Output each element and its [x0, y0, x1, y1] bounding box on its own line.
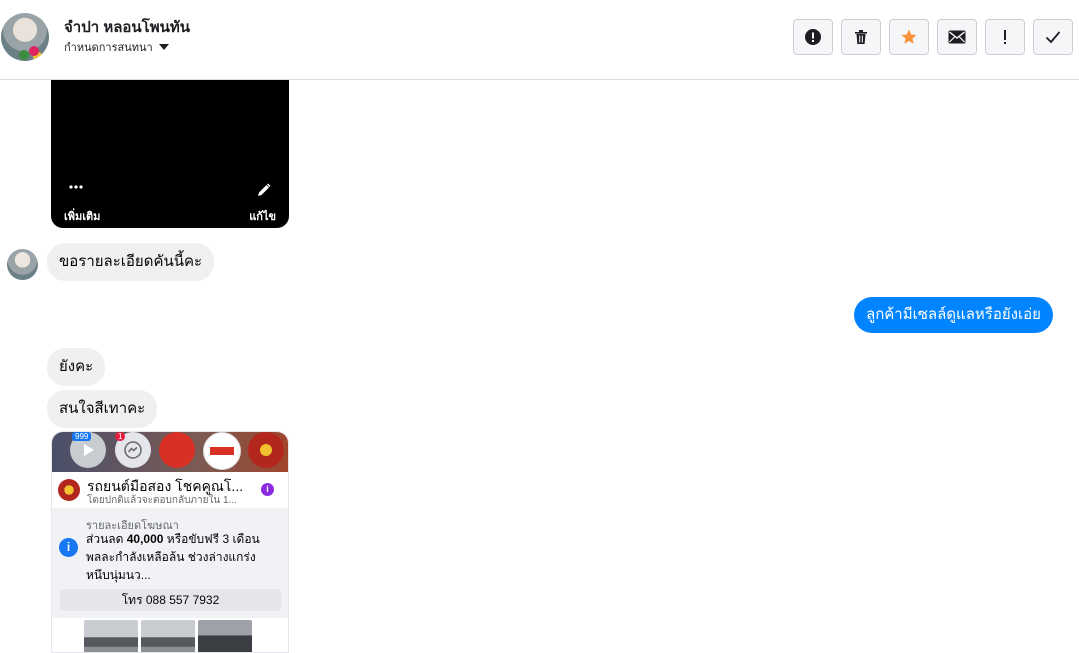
message-outgoing[interactable]: ลูกค้ามีเซลล์ดูแลหรือยังเอ่ย: [854, 297, 1053, 333]
mark-done-button[interactable]: [1033, 19, 1073, 55]
exclamation-icon: [1004, 30, 1006, 44]
message-incoming[interactable]: สนใจสีเทาคะ: [47, 390, 158, 428]
more-icon[interactable]: [69, 185, 83, 189]
call-button[interactable]: โทร 088 557 7932: [60, 589, 281, 611]
page-logo: [58, 479, 80, 501]
caret-down-icon: [158, 44, 169, 50]
contact-name[interactable]: จำปา หลอนโพนทัน: [64, 15, 190, 39]
car-image-strip: [52, 618, 288, 652]
trash-icon: [855, 30, 867, 44]
message-incoming[interactable]: ยังคะ: [47, 348, 106, 386]
star-icon: [901, 29, 917, 44]
mark-unread-button[interactable]: [937, 19, 977, 55]
assign-conversation-dropdown[interactable]: กำหนดการสนทนา: [64, 38, 169, 56]
envelope-icon: [948, 30, 966, 44]
car-image: [141, 620, 195, 652]
sender-avatar[interactable]: [7, 249, 38, 280]
check-icon: [1045, 31, 1061, 44]
important-button[interactable]: [985, 19, 1025, 55]
page-response-time: โดยปกติแล้วจะตอบกลับภายใน 1...: [87, 495, 237, 506]
assign-conversation-label: กำหนดการสนทนา: [64, 42, 153, 54]
car-image: [84, 620, 138, 652]
ad-details-text: ส่วนลด 40,000 หรือขับฟรี 3 เดือน พลละกำล…: [86, 532, 260, 582]
ad-page-header: รถยนต์มือสอง โชคคูณโ... โดยปกติแล้วจะตอบ…: [52, 472, 288, 508]
brand-logo-icon: [248, 432, 284, 468]
alert-octagon-icon: [805, 29, 821, 45]
ad-screenshot-header: 999 1: [52, 432, 288, 474]
more-label[interactable]: เพิ่มเติม: [64, 207, 100, 225]
thread-header: จำปา หลอนโพนทัน กำหนดการสนทนา: [0, 0, 1079, 80]
info-icon: i: [261, 483, 274, 496]
shared-ad-card[interactable]: 999 1 รถยนต์มือสอง โชคคูณโ... โดยปกติแล้…: [51, 431, 289, 653]
thread-actions: [793, 19, 1073, 55]
edit-label[interactable]: แก้ไข: [249, 207, 276, 225]
app-logo-icon: [159, 432, 195, 468]
info-icon: i: [59, 538, 78, 557]
message-incoming[interactable]: ขอรายละเอียดคันนี้คะ: [47, 243, 215, 281]
badge: 999: [72, 432, 92, 441]
star-button[interactable]: [889, 19, 929, 55]
contact-avatar[interactable]: [1, 13, 49, 61]
pencil-icon[interactable]: [257, 183, 271, 197]
video-attachment[interactable]: เพิ่มเติม แก้ไข: [51, 80, 289, 228]
app-logo-icon: [203, 432, 241, 470]
car-image: [198, 620, 252, 652]
report-button[interactable]: [793, 19, 833, 55]
delete-button[interactable]: [841, 19, 881, 55]
